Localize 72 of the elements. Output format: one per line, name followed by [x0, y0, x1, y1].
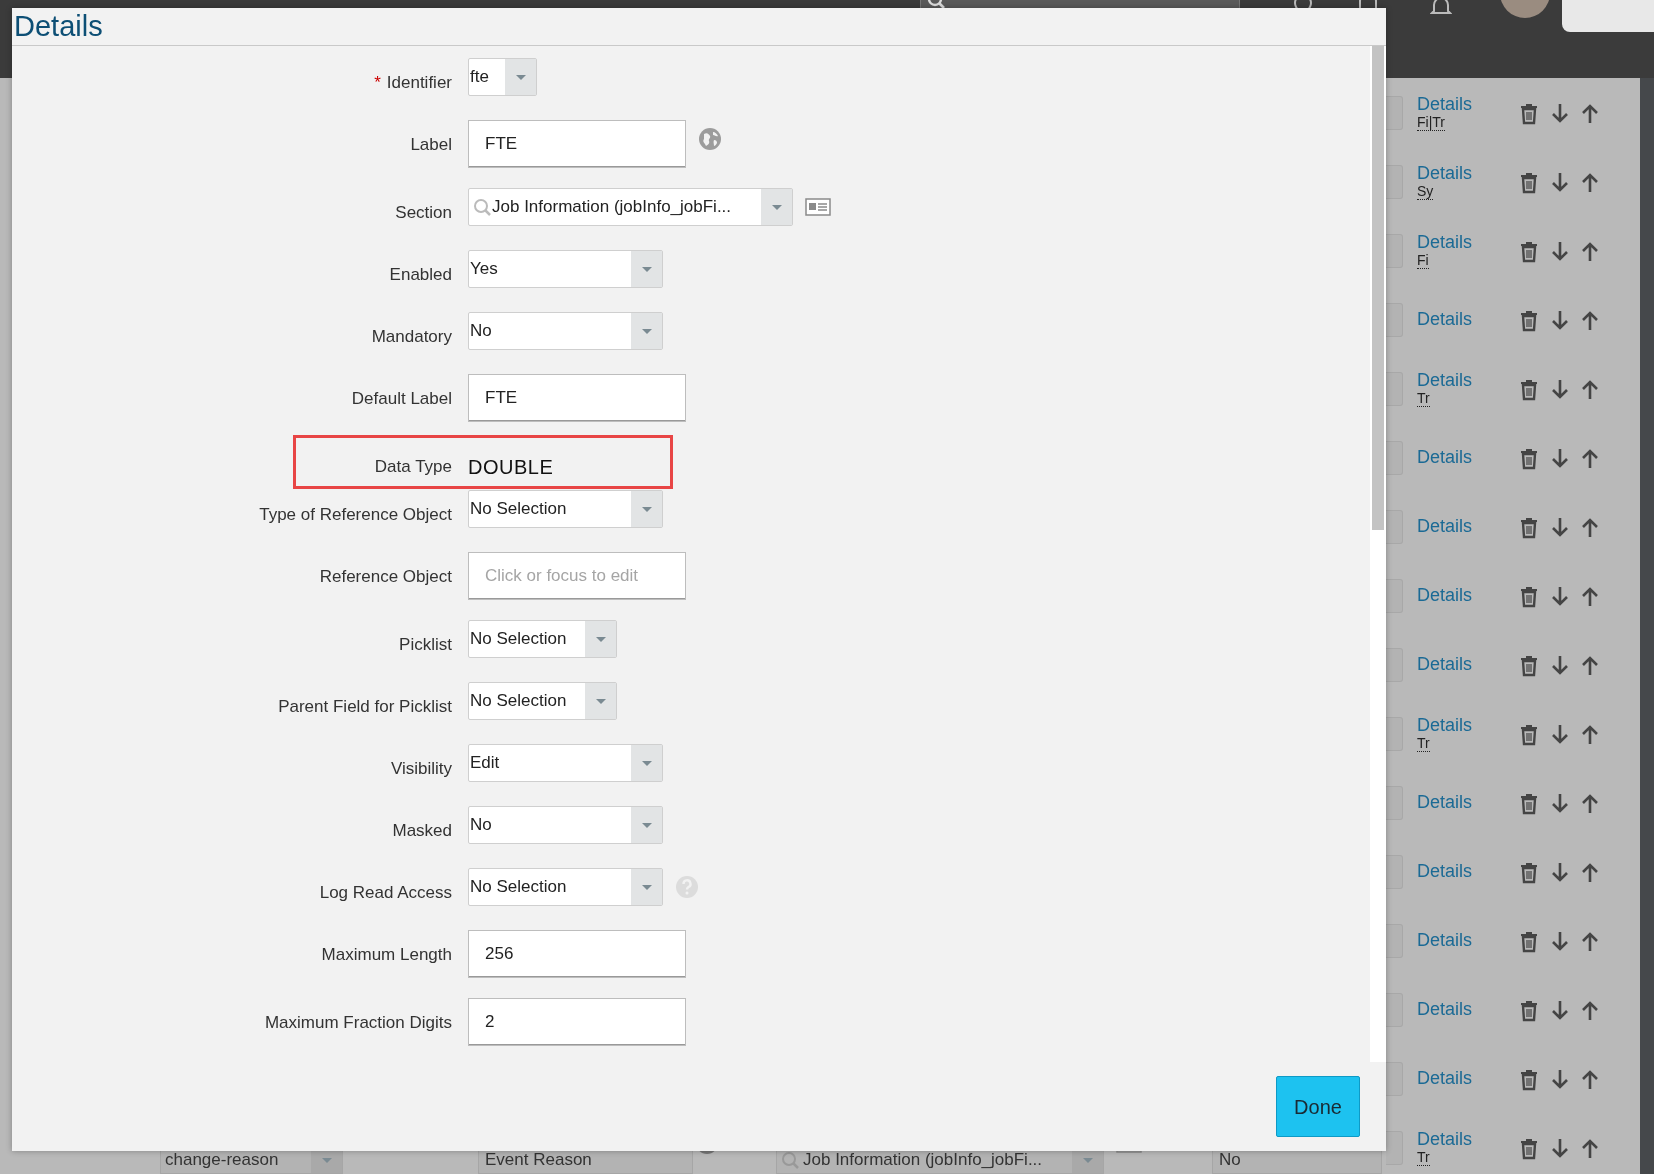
caret-icon — [320, 1156, 333, 1164]
search-icon — [781, 1151, 799, 1169]
arrow-down-icon[interactable] — [1550, 515, 1570, 538]
abbreviation: Fi|Tr — [1417, 115, 1445, 131]
field-label: Visibility — [389, 758, 452, 780]
caret-icon — [594, 697, 607, 705]
arrow-down-icon[interactable] — [1550, 170, 1570, 193]
field-value: DOUBLE — [468, 455, 554, 480]
field-label: Label — [409, 134, 452, 156]
field-label: Maximum Length — [320, 944, 452, 966]
caret-icon — [514, 73, 527, 81]
dropdown[interactable]: No — [468, 806, 663, 844]
arrow-down-icon[interactable] — [1550, 377, 1570, 400]
field-label: Masked — [391, 820, 452, 842]
done-button[interactable]: Done — [1276, 1076, 1360, 1137]
dropdown[interactable]: No Selection — [468, 868, 663, 906]
arrow-down-icon[interactable] — [1550, 239, 1570, 262]
caret-icon — [594, 635, 607, 643]
caret-icon — [640, 883, 653, 891]
field-label: Reference Object — [318, 566, 452, 588]
field-label: Picklist — [398, 634, 452, 656]
dropdown[interactable]: No — [468, 312, 663, 350]
dropdown[interactable]: Job Information (jobInfo_jobFi... — [468, 188, 793, 226]
abbreviation: Tr — [1417, 391, 1430, 407]
caret-icon — [640, 327, 653, 335]
dropdown[interactable]: No Selection — [468, 490, 663, 528]
caret-icon — [640, 265, 653, 273]
caret-icon — [770, 203, 783, 211]
dialog-title: Details — [14, 10, 103, 42]
input-field[interactable]: 256 — [468, 930, 686, 978]
abbreviation: Tr — [1417, 1150, 1430, 1166]
dropdown[interactable]: No Selection — [468, 682, 617, 720]
caret-icon — [640, 821, 653, 829]
globe-icon — [698, 127, 722, 151]
input-field[interactable]: FTE — [468, 374, 686, 422]
caret-icon — [640, 505, 653, 513]
field-label: Default Label — [350, 388, 452, 410]
arrow-down-icon[interactable] — [1550, 446, 1570, 469]
field-label: Data Type — [373, 456, 452, 478]
scrollbar[interactable] — [1370, 46, 1386, 1062]
arrow-down-icon[interactable] — [1550, 101, 1570, 124]
abbreviation: Tr — [1417, 736, 1430, 752]
dropdown[interactable]: Yes — [468, 250, 663, 288]
dropdown[interactable]: fte — [468, 58, 537, 96]
field-label: Log Read Access — [318, 882, 452, 904]
field-label: Type of Reference Object — [258, 504, 452, 526]
dropdown[interactable]: No Selection — [468, 620, 617, 658]
abbreviation: Fi — [1417, 253, 1429, 269]
arrow-down-icon[interactable] — [1550, 653, 1570, 676]
abbreviation: Sy — [1417, 184, 1434, 200]
input-field[interactable]: 2 — [468, 998, 686, 1046]
input-field[interactable]: FTE — [468, 120, 686, 168]
arrow-down-icon[interactable] — [1550, 722, 1570, 745]
search-icon — [473, 198, 491, 216]
arrow-down-icon[interactable] — [1550, 1136, 1570, 1159]
field-label: Maximum Fraction Digits — [263, 1012, 452, 1034]
input-field[interactable]: Click or focus to edit — [468, 552, 686, 600]
field-label: Parent Field for Picklist — [277, 696, 452, 718]
caret-icon — [640, 759, 653, 767]
arrow-down-icon[interactable] — [1550, 1067, 1570, 1090]
caret-icon — [1081, 1156, 1094, 1164]
field-label: Mandatory — [370, 326, 452, 348]
field-label: Enabled — [388, 264, 452, 286]
arrow-down-icon[interactable] — [1550, 860, 1570, 883]
arrow-down-icon[interactable] — [1550, 998, 1570, 1021]
field-label: * Identifier — [373, 72, 452, 94]
arrow-down-icon[interactable] — [1550, 929, 1570, 952]
dropdown[interactable]: Edit — [468, 744, 663, 782]
arrow-down-icon[interactable] — [1550, 791, 1570, 814]
arrow-down-icon[interactable] — [1550, 308, 1570, 331]
arrow-down-icon[interactable] — [1550, 584, 1570, 607]
field-label: Section — [394, 202, 452, 224]
